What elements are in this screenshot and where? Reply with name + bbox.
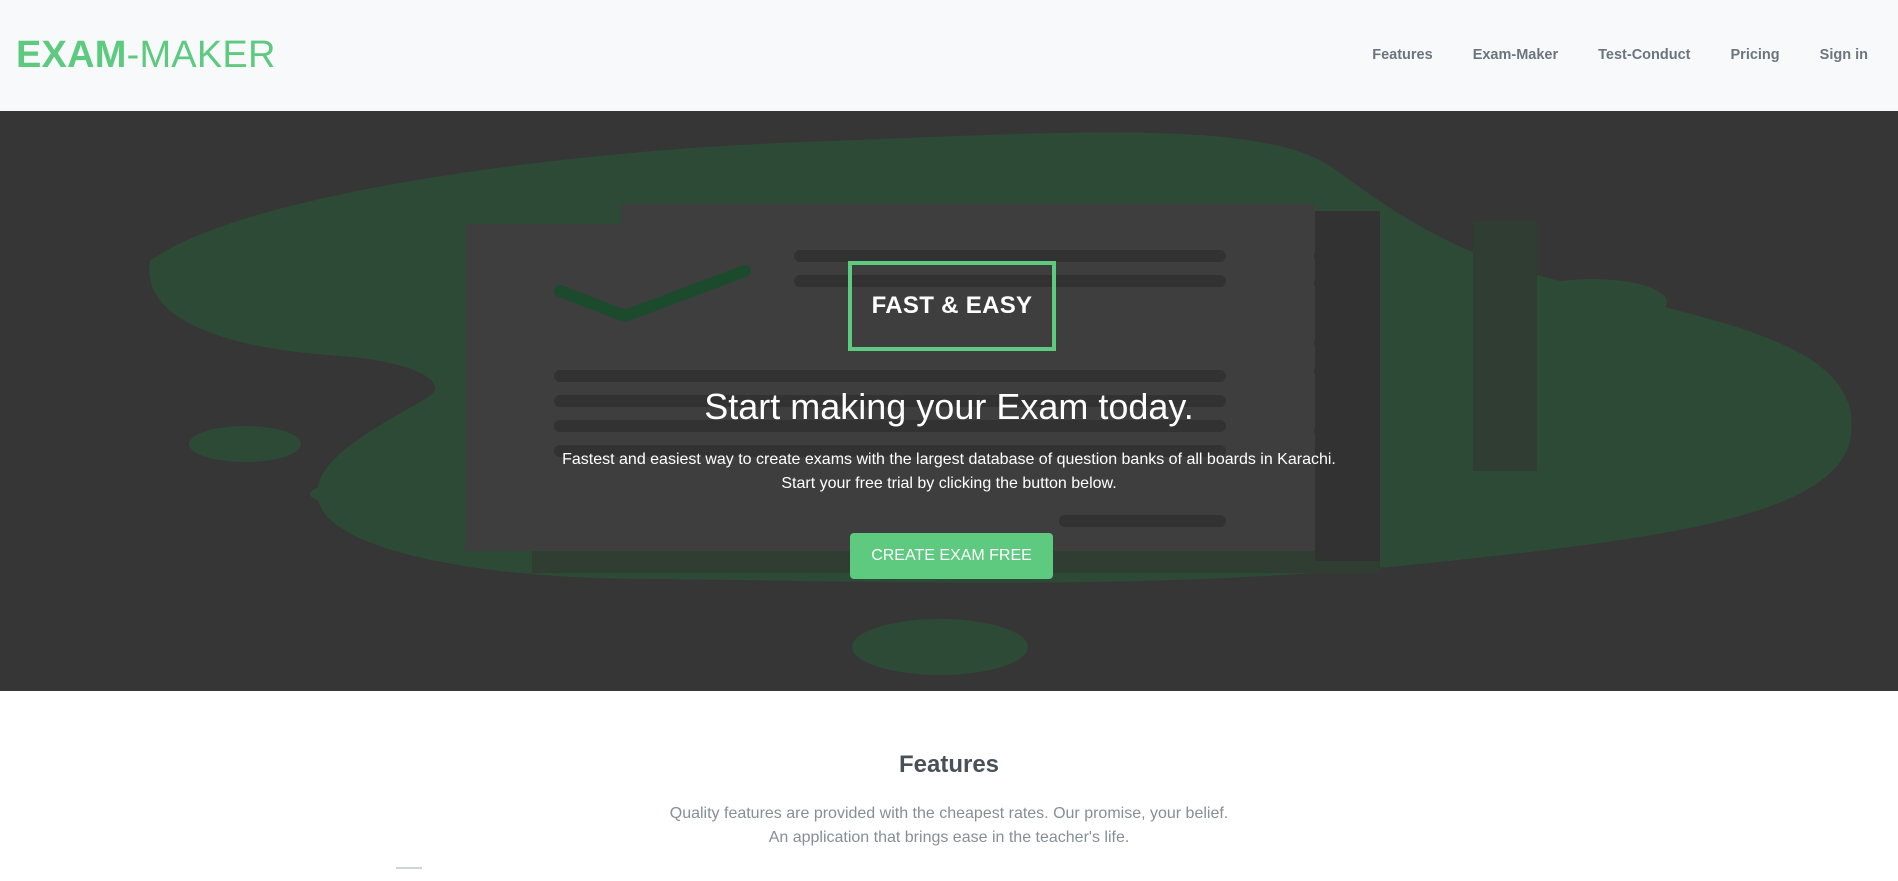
nav-link-sign-in[interactable]: Sign in [1820, 44, 1868, 66]
brand-logo-bold: EXAM [16, 34, 127, 76]
brand-logo[interactable]: EXAM-MAKER [16, 32, 276, 78]
nav-link-features[interactable]: Features [1372, 44, 1432, 66]
nav-link-exam-maker[interactable]: Exam-Maker [1473, 44, 1558, 66]
top-navbar: EXAM-MAKER Features Exam-Maker Test-Cond… [0, 0, 1898, 112]
create-exam-free-button[interactable]: CREATE EXAM FREE [850, 533, 1053, 579]
hero-subtitle-line-1: Fastest and easiest way to create exams … [562, 451, 1336, 468]
nav-links: Features Exam-Maker Test-Conduct Pricing… [1332, 44, 1868, 66]
nav-link-pricing[interactable]: Pricing [1731, 44, 1780, 66]
features-subtitle-line-2: An application that brings ease in the t… [768, 829, 1130, 846]
features-section-title: Features [898, 751, 1000, 778]
features-subtitle-line-1: Quality features are provided with the c… [669, 805, 1229, 822]
feature-card-edge [396, 867, 422, 869]
brand-logo-rest: -MAKER [126, 34, 276, 76]
hero-subtitle-line-2: Start your free trial by clicking the bu… [781, 475, 1117, 492]
hero-section: FAST & EASY Start making your Exam today… [0, 111, 1898, 691]
nav-link-test-conduct[interactable]: Test-Conduct [1598, 44, 1690, 66]
hero-badge: FAST & EASY [848, 261, 1056, 351]
hero-headline: Start making your Exam today. [704, 386, 1194, 427]
